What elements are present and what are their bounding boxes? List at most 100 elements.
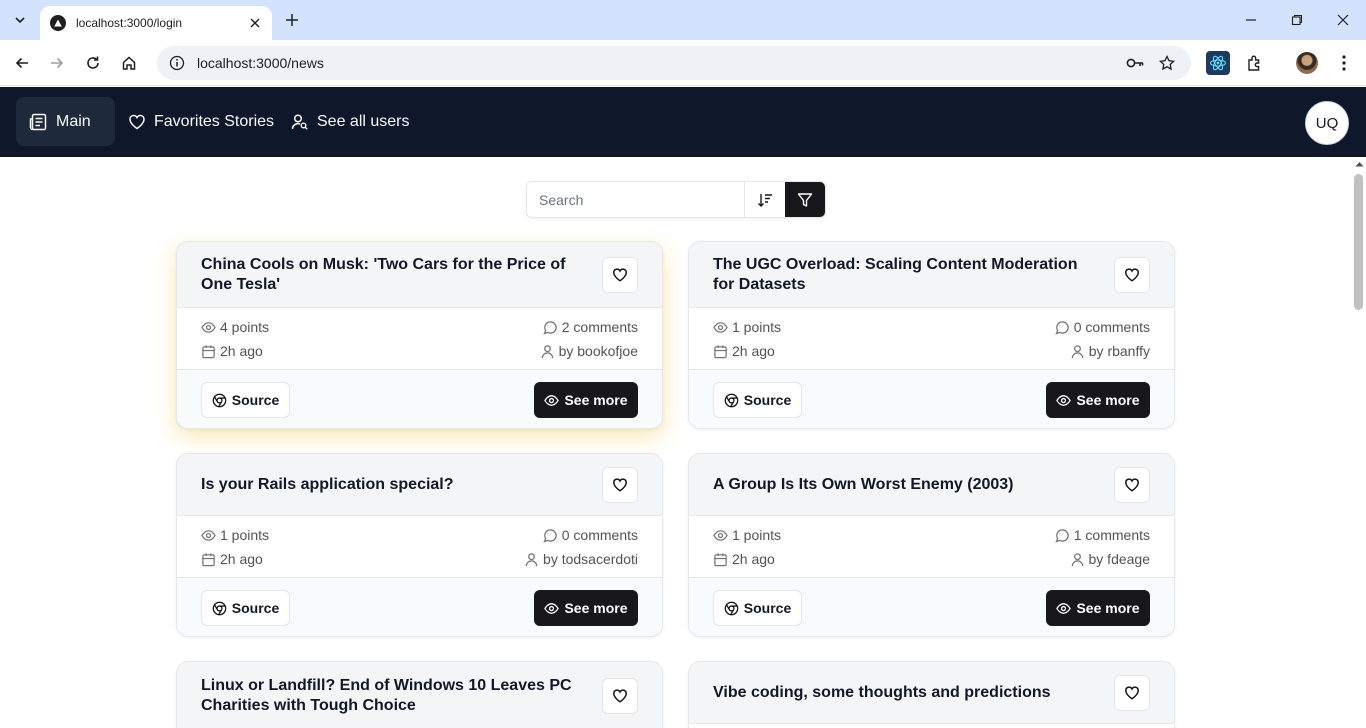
author-text: by bookofjoe [558, 343, 638, 359]
story-meta: 4 points 2 comments 2h ago by bookofjoe [177, 308, 662, 369]
scroll-up-arrow-icon[interactable] [1354, 161, 1364, 169]
scrollbar-thumb[interactable] [1354, 174, 1363, 310]
minimize-window-icon[interactable] [1228, 0, 1274, 40]
avatar-initials: UQ [1315, 114, 1339, 132]
url-text[interactable]: localhost:3000/news [197, 55, 1115, 71]
comment-icon [1055, 528, 1069, 543]
source-button[interactable]: Source [201, 590, 290, 626]
user-icon [1071, 344, 1084, 358]
calendar-icon [714, 552, 727, 566]
see-more-button[interactable]: See more [534, 590, 638, 626]
password-key-icon[interactable] [1123, 51, 1147, 75]
source-label: Source [743, 600, 792, 616]
favorite-button[interactable] [602, 677, 638, 714]
see-more-label: See more [564, 392, 628, 408]
eye-icon [713, 321, 728, 333]
react-devtools-icon[interactable] [1206, 51, 1230, 75]
comments-text: 1 comments [1073, 527, 1150, 543]
user-avatar[interactable]: UQ [1305, 101, 1349, 145]
restore-window-icon[interactable] [1274, 0, 1320, 40]
story-meta: 1 points 1 comments 2h ago by fdeage [689, 516, 1174, 577]
nav-see-all-users[interactable]: See all users [279, 97, 422, 146]
story-author: by bookofjoe [540, 342, 638, 360]
app-header: Main Favorites Stories See all users [0, 87, 1366, 157]
source-button[interactable]: Source [713, 590, 802, 626]
newspaper-icon [29, 113, 47, 130]
source-label: Source [231, 600, 280, 616]
chrome-icon [212, 393, 227, 407]
calendar-icon [202, 344, 215, 358]
comment-icon [1055, 320, 1069, 335]
see-more-label: See more [564, 600, 628, 616]
site-favicon-icon [50, 15, 66, 31]
story-card-header: Vibe coding, some thoughts and predictio… [689, 662, 1174, 724]
favorite-button[interactable] [1114, 674, 1150, 711]
story-points: 1 points [713, 318, 781, 336]
browser-tab[interactable]: localhost:3000/login [40, 6, 272, 40]
story-time: 2h ago [713, 550, 775, 568]
sort-button[interactable] [743, 182, 786, 217]
filter-icon [797, 192, 813, 207]
source-label: Source [231, 392, 280, 408]
home-icon[interactable] [115, 49, 143, 77]
story-comments: 0 comments [1055, 318, 1150, 336]
reload-icon[interactable] [79, 49, 107, 77]
story-title: China Cools on Musk: 'Two Cars for the P… [201, 255, 566, 293]
more-menu-icon[interactable] [1332, 51, 1356, 75]
story-card: Linux or Landfill? End of Windows 10 Lea… [176, 661, 663, 728]
story-title: Linux or Landfill? End of Windows 10 Lea… [201, 676, 572, 714]
story-time: 2h ago [713, 342, 775, 360]
site-info-icon[interactable] [169, 55, 185, 71]
user-search-icon [291, 113, 308, 130]
eye-icon [201, 529, 216, 541]
story-title: Is your Rails application special? [201, 475, 454, 493]
search-input[interactable] [527, 182, 744, 217]
forward-icon[interactable] [43, 49, 71, 77]
close-window-icon[interactable] [1320, 0, 1366, 40]
tab-search-dropdown-icon[interactable] [6, 6, 34, 34]
address-bar[interactable]: localhost:3000/news [157, 46, 1191, 80]
favorite-button[interactable] [1114, 466, 1150, 503]
user-icon [1071, 552, 1083, 566]
nav-favorites-label: Favorites Stories [154, 112, 275, 130]
nav-favorites-stories[interactable]: Favorites Stories [116, 97, 286, 146]
time-text: 2h ago [732, 343, 775, 359]
nav-main[interactable]: Main [16, 97, 115, 146]
story-author: by fdeage [1070, 550, 1150, 568]
chrome-icon [724, 601, 739, 615]
new-tab-icon[interactable] [280, 8, 304, 32]
see-more-button[interactable]: See more [1046, 590, 1150, 626]
source-button[interactable]: Source [201, 382, 290, 418]
sort-icon [757, 193, 772, 207]
browser-tab-bar: localhost:3000/login [0, 0, 1366, 40]
tab-title: localhost:3000/login [76, 16, 183, 30]
eye-icon [544, 394, 560, 406]
heart-icon [129, 114, 145, 129]
see-more-label: See more [1076, 392, 1140, 408]
source-button[interactable]: Source [713, 382, 802, 418]
comments-text: 2 comments [561, 319, 638, 335]
points-text: 1 points [732, 319, 782, 335]
time-text: 2h ago [732, 551, 775, 567]
favorite-button[interactable] [602, 466, 638, 503]
heart-icon [613, 689, 627, 703]
close-tab-icon[interactable] [246, 14, 264, 32]
extensions-icon[interactable] [1243, 51, 1267, 75]
story-card-header: China Cools on Musk: 'Two Cars for the P… [177, 242, 662, 308]
bookmark-star-icon[interactable] [1155, 51, 1179, 75]
points-text: 1 points [220, 527, 270, 543]
see-more-button[interactable]: See more [534, 382, 638, 418]
favorite-button[interactable] [602, 256, 638, 293]
story-comments: 0 comments [543, 526, 638, 544]
filter-button[interactable] [785, 182, 825, 217]
comment-icon [543, 528, 557, 543]
eye-icon [713, 529, 728, 541]
favorite-button[interactable] [1114, 256, 1150, 293]
eye-icon [201, 321, 216, 333]
points-text: 4 points [220, 319, 270, 335]
profile-avatar-icon[interactable] [1296, 52, 1318, 74]
see-more-button[interactable]: See more [1046, 382, 1150, 418]
back-icon[interactable] [8, 49, 36, 77]
story-card-header: The UGC Overload: Scaling Content Modera… [689, 242, 1174, 308]
story-points: 1 points [201, 526, 269, 544]
